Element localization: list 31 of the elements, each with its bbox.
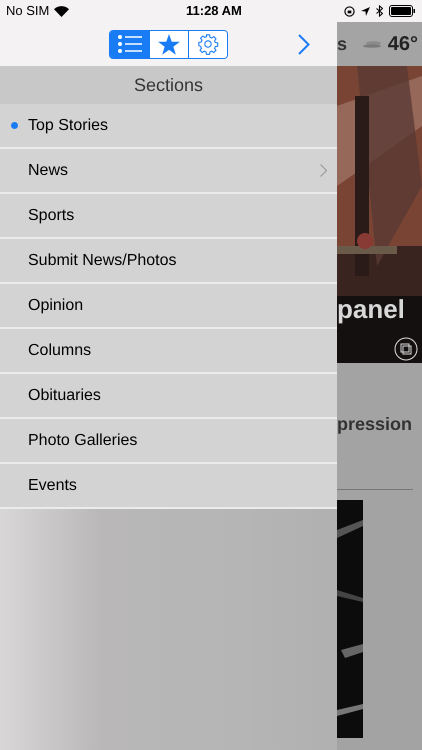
lock-rotation-icon [344,6,355,16]
chevron-right-icon[interactable] [298,34,310,55]
section-item[interactable]: Submit News/Photos [0,239,337,284]
settings-icon [197,33,219,55]
wifi-icon [54,6,70,16]
header-text: s [337,32,348,56]
gallery-icon [394,337,418,361]
section-item[interactable]: Sports [0,194,337,239]
carrier-text: No SIM [6,2,50,20]
section-item[interactable]: Photo Galleries [0,419,337,464]
section-item[interactable]: Top Stories [0,104,337,149]
section-item[interactable]: Obituaries [0,374,337,419]
section-item[interactable]: Opinion [0,284,337,329]
headline-text: panel [337,296,405,322]
segment-tab[interactable] [110,30,149,58]
battery-icon [389,5,416,17]
section-item[interactable]: Columns [0,329,337,374]
section-item[interactable]: Events [0,464,337,509]
clock-text: 11:28 AM [186,2,242,20]
segment-tab[interactable] [149,30,188,58]
story-title: pression [337,413,414,436]
temperature: 46° [388,32,418,57]
segmented-control[interactable] [109,30,228,58]
star-icon [158,34,180,54]
chevron-right-icon [320,164,327,177]
location-arrow-icon [361,6,370,16]
sections-title: Sections [134,74,204,96]
list-icon [118,35,142,53]
bluetooth-icon [376,5,383,17]
section-item[interactable]: News [0,149,337,194]
segment-tab[interactable] [188,30,227,58]
